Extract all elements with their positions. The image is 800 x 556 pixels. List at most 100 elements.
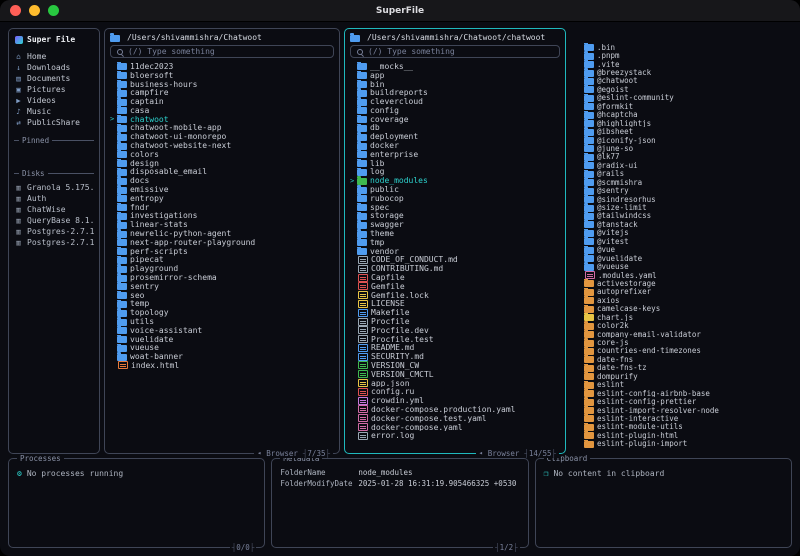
file-row[interactable]: db xyxy=(350,123,560,132)
file-row[interactable]: business-hours xyxy=(110,79,334,88)
file-row[interactable]: countries-end-timezones xyxy=(577,346,790,355)
file-row[interactable]: docker-compose.production.yaml xyxy=(350,405,560,414)
file-row[interactable]: swagger xyxy=(350,220,560,229)
file-row[interactable]: colors xyxy=(110,149,334,159)
file-row[interactable]: @vue xyxy=(577,245,790,254)
file-row[interactable]: eslint-import-resolver-node xyxy=(577,405,790,414)
file-row[interactable]: @chatwoot xyxy=(577,76,790,85)
file-row[interactable]: @sindresorhus xyxy=(577,194,790,203)
file-row[interactable]: seo xyxy=(110,290,334,300)
file-row[interactable]: captain xyxy=(110,97,334,106)
file-row[interactable]: README.md xyxy=(350,344,560,352)
file-row[interactable]: index.html xyxy=(110,361,334,370)
file-row[interactable]: vuelidate xyxy=(110,334,334,344)
file-row[interactable]: public xyxy=(350,185,560,194)
file-row[interactable]: enterprise xyxy=(350,149,560,159)
sidebar-item-videos[interactable]: ▶ Videos xyxy=(14,95,94,106)
sidebar-item-downloads[interactable]: ↓ Downloads xyxy=(14,62,94,73)
file-row[interactable]: casa xyxy=(110,105,334,115)
file-row[interactable]: fndr xyxy=(110,202,334,212)
file-row[interactable]: @hcaptcha xyxy=(577,110,790,119)
disk-item[interactable]: ▥ QueryBase 8.1.2... xyxy=(14,215,94,226)
file-row[interactable]: campfire xyxy=(110,88,334,97)
file-row[interactable]: @vitejs xyxy=(577,228,790,237)
panel2-path-bar[interactable]: /Users/shivammishra/Chatwoot/chatwoot xyxy=(350,32,560,43)
file-row[interactable]: Makefile xyxy=(350,308,560,317)
file-row[interactable]: docker xyxy=(350,141,560,150)
file-row[interactable]: @breezystack xyxy=(577,68,790,77)
file-row[interactable]: Procfile.test xyxy=(350,335,560,344)
file-row[interactable]: chatwoot-ui-monorepo xyxy=(110,132,334,141)
file-row[interactable]: @formkit xyxy=(577,102,790,111)
file-row[interactable]: chatwoot-website-next xyxy=(110,141,334,150)
file-row[interactable]: lib xyxy=(350,158,560,168)
file-row[interactable]: error.log xyxy=(350,431,560,440)
file-row[interactable]: log xyxy=(350,167,560,176)
disk-item[interactable]: ▥ ChatWise xyxy=(14,204,94,215)
file-row[interactable]: SECURITY.md xyxy=(350,352,560,361)
file-row[interactable]: app xyxy=(350,70,560,80)
file-row[interactable]: date-fns-tz xyxy=(577,363,790,372)
file-row[interactable]: Gemfile xyxy=(350,282,560,291)
file-row[interactable]: eslint-plugin-import xyxy=(577,439,790,448)
file-row[interactable]: @scmmishra xyxy=(577,178,790,186)
file-row[interactable]: woat-banner xyxy=(110,352,334,361)
file-row[interactable]: next-app-router-playground xyxy=(110,237,334,247)
file-row[interactable]: eslint-config-prettier xyxy=(577,397,790,406)
file-row[interactable]: CODE_OF_CONDUCT.md xyxy=(350,256,560,264)
file-row[interactable]: @ibsheet xyxy=(577,127,790,136)
file-row[interactable]: emissive xyxy=(110,185,334,194)
file-row[interactable]: > node_modules xyxy=(350,176,560,185)
file-row[interactable]: eslint xyxy=(577,380,790,389)
file-row[interactable]: autoprefixer xyxy=(577,287,790,296)
file-row[interactable]: @highlightjs xyxy=(577,118,790,127)
file-row[interactable]: docs xyxy=(110,176,334,185)
file-row[interactable]: > chatwoot xyxy=(110,114,334,124)
close-window-button[interactable] xyxy=(10,5,21,16)
file-row[interactable]: vueuse xyxy=(110,343,334,352)
file-row[interactable]: theme xyxy=(350,229,560,238)
file-row[interactable]: temp xyxy=(110,299,334,308)
file-row[interactable]: voice-assistant xyxy=(110,325,334,335)
file-row[interactable]: sentry xyxy=(110,281,334,291)
file-row[interactable]: eslint-interactive xyxy=(577,414,790,423)
file-row[interactable]: coverage xyxy=(350,114,560,124)
file-row[interactable]: @lk77 xyxy=(577,152,790,161)
file-row[interactable]: @vuelidate xyxy=(577,253,790,262)
file-row[interactable]: prosemirror-schema xyxy=(110,273,334,282)
file-row[interactable]: pipecat xyxy=(110,255,334,264)
file-row[interactable]: storage xyxy=(350,211,560,220)
file-row[interactable]: LICENSE xyxy=(350,300,560,308)
file-row[interactable]: date-fns xyxy=(577,355,790,364)
disk-item[interactable]: ▥ Postgres-2.7.10... xyxy=(14,226,94,237)
file-row[interactable]: rubocop xyxy=(350,193,560,203)
file-row[interactable]: @size-limit xyxy=(577,203,790,212)
file-row[interactable]: @iconify-json xyxy=(577,135,790,144)
file-row[interactable]: tmp xyxy=(350,237,560,247)
file-row[interactable]: bin xyxy=(350,79,560,88)
file-row[interactable]: Procfile.dev xyxy=(350,326,560,335)
file-row[interactable]: axios xyxy=(577,296,790,305)
file-row[interactable]: chatwoot-mobile-app xyxy=(110,123,334,132)
file-row[interactable]: disposable_email xyxy=(110,167,334,176)
file-row[interactable]: @tanstack xyxy=(577,220,790,229)
file-row[interactable]: perf-scripts xyxy=(110,246,334,256)
file-row[interactable]: config xyxy=(350,105,560,115)
disk-item[interactable]: ▥ Postgres-2.7.10... xyxy=(14,237,94,248)
file-row[interactable]: .pnpm xyxy=(577,51,790,60)
file-row[interactable]: playground xyxy=(110,264,334,273)
file-row[interactable]: Gemfile.lock xyxy=(350,291,560,300)
file-row[interactable]: investigations xyxy=(110,211,334,220)
file-row[interactable]: .vite xyxy=(577,59,790,68)
zoom-window-button[interactable] xyxy=(48,5,59,16)
file-row[interactable]: @radix-ui xyxy=(577,161,790,170)
file-row[interactable]: chart.js xyxy=(577,313,790,321)
file-row[interactable]: vendor xyxy=(350,246,560,256)
file-row[interactable]: company-email-validator xyxy=(577,329,790,338)
file-row[interactable]: color2k xyxy=(577,321,790,330)
file-row[interactable]: config.ru xyxy=(350,387,560,396)
file-row[interactable]: .modules.yaml xyxy=(577,271,790,279)
file-row[interactable]: topology xyxy=(110,308,334,317)
minimize-window-button[interactable] xyxy=(29,5,40,16)
file-row[interactable]: crowdin.yml xyxy=(350,396,560,405)
